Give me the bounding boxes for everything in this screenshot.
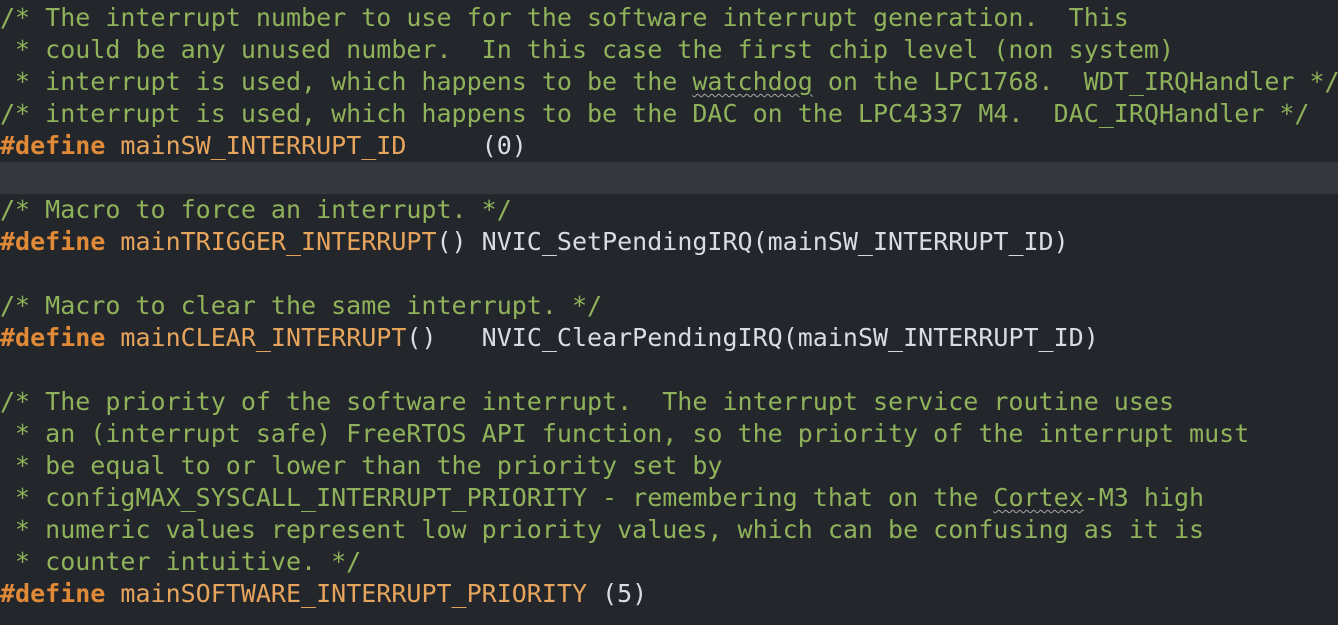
code-token: (0) <box>406 131 527 160</box>
comment-token: * could be any unused number. In this ca… <box>0 35 1174 64</box>
code-line[interactable]: * could be any unused number. In this ca… <box>0 34 1338 66</box>
comment-token: /* The interrupt number to use for the s… <box>0 3 1129 32</box>
code-line[interactable] <box>0 258 1338 290</box>
macro-name-token: mainSOFTWARE_INTERRUPT_PRIORITY <box>120 579 588 608</box>
keyword-token: #define <box>0 227 106 256</box>
code-line[interactable]: * counter intuitive. */ <box>0 546 1338 578</box>
code-line[interactable]: #define mainTRIGGER_INTERRUPT() NVIC_Set… <box>0 226 1338 258</box>
code-line[interactable]: /* Macro to clear the same interrupt. */ <box>0 290 1338 322</box>
code-line[interactable]: * be equal to or lower than the priority… <box>0 450 1338 482</box>
comment-token: * interrupt is used, which happens to be… <box>0 67 693 96</box>
comment-token: /* Macro to force an interrupt. */ <box>0 195 512 224</box>
comment-token: /* The priority of the software interrup… <box>0 387 1174 416</box>
code-token: () NVIC_SetPendingIRQ(mainSW_INTERRUPT_I… <box>436 227 1069 256</box>
code-line[interactable]: #define mainSOFTWARE_INTERRUPT_PRIORITY … <box>0 578 1338 610</box>
macro-name-token: mainCLEAR_INTERRUPT <box>120 323 407 352</box>
code-line[interactable] <box>0 354 1338 386</box>
comment-token: on the LPC1768. WDT_IRQHandler */ <box>812 67 1338 96</box>
code-line[interactable]: /* The interrupt number to use for the s… <box>0 2 1338 34</box>
misspelled-word: watchdog <box>692 67 813 96</box>
comment-token: -M3 high <box>1083 483 1205 512</box>
code-line[interactable]: #define mainCLEAR_INTERRUPT() NVIC_Clear… <box>0 322 1338 354</box>
code-token: () NVIC_ClearPendingIRQ(mainSW_INTERRUPT… <box>406 323 1099 352</box>
code-line[interactable]: /* Macro to force an interrupt. */ <box>0 194 1338 226</box>
code-token: (5) <box>587 579 648 608</box>
code-line[interactable]: /* The priority of the software interrup… <box>0 386 1338 418</box>
comment-token: * be equal to or lower than the priority… <box>0 451 723 480</box>
keyword-token: #define <box>0 131 106 160</box>
comment-token: /* Macro to clear the same interrupt. */ <box>0 291 603 320</box>
code-line[interactable]: * an (interrupt safe) FreeRTOS API funct… <box>0 418 1338 450</box>
comment-token: * counter intuitive. */ <box>0 547 362 576</box>
code-line[interactable]: /* interrupt is used, which happens to b… <box>0 98 1338 130</box>
comment-token: /* interrupt is used, which happens to b… <box>0 99 1310 128</box>
macro-name-token: mainTRIGGER_INTERRUPT <box>120 227 437 256</box>
keyword-token: #define <box>0 579 106 608</box>
keyword-token: #define <box>0 323 106 352</box>
comment-token: * numeric values represent low priority … <box>0 515 1205 544</box>
code-line[interactable]: * configMAX_SYSCALL_INTERRUPT_PRIORITY -… <box>0 482 1338 514</box>
misspelled-word: Cortex <box>993 483 1084 512</box>
comment-token: * an (interrupt safe) FreeRTOS API funct… <box>0 419 1250 448</box>
code-line[interactable]: * interrupt is used, which happens to be… <box>0 66 1338 98</box>
macro-name-token: mainSW_INTERRUPT_ID <box>120 131 407 160</box>
code-editor[interactable]: /* The interrupt number to use for the s… <box>0 2 1338 625</box>
code-line[interactable]: * numeric values represent low priority … <box>0 514 1338 546</box>
current-line[interactable] <box>0 162 1338 194</box>
comment-token: * configMAX_SYSCALL_INTERRUPT_PRIORITY -… <box>0 483 994 512</box>
code-line[interactable]: #define mainSW_INTERRUPT_ID (0) <box>0 130 1338 162</box>
